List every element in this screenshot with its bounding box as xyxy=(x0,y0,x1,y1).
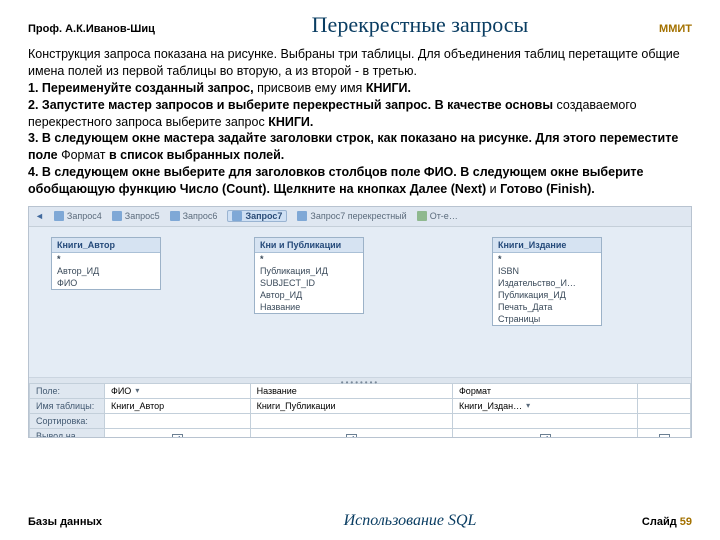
checkbox-show[interactable] xyxy=(659,434,670,438)
query-icon xyxy=(54,211,64,221)
grid-cell[interactable] xyxy=(250,413,452,428)
tab-query4[interactable]: Запрос4 xyxy=(54,211,102,221)
grid-cell[interactable] xyxy=(105,413,251,428)
query-tab-bar: ◄ Запрос4 Запрос5 Запрос6 Запрос7 Запрос… xyxy=(29,207,691,227)
screenshot-embed: ◄ Запрос4 Запрос5 Запрос6 Запрос7 Запрос… xyxy=(28,206,692,438)
grid-row-show: Вывод на экран: xyxy=(30,428,105,438)
grid-cell[interactable] xyxy=(638,383,691,398)
tab-query7-cross[interactable]: Запрос7 перекрестный xyxy=(297,211,406,221)
grid-cell[interactable] xyxy=(105,428,251,438)
query-design-canvas[interactable]: Книги_Автор * Автор_ИД ФИО Кни и Публика… xyxy=(29,227,691,377)
grid-cell[interactable]: Книги_Автор xyxy=(105,398,251,413)
query-icon xyxy=(170,211,180,221)
author: Проф. А.К.Иванов-Шиц xyxy=(28,23,208,35)
tab-query7[interactable]: Запрос7 xyxy=(227,210,287,222)
grid-cell[interactable]: Книги_Публикации xyxy=(250,398,452,413)
grid-cell[interactable]: Формат xyxy=(452,383,637,398)
footer-center: Использование SQL xyxy=(208,512,612,530)
header-right: ММИТ xyxy=(632,23,692,35)
grid-cell[interactable]: Книги_Издан…▾ xyxy=(452,398,637,413)
grid-cell[interactable] xyxy=(638,428,691,438)
table-title: Кни и Публикации xyxy=(255,238,363,253)
grid-cell[interactable] xyxy=(452,428,637,438)
chevron-down-icon[interactable]: ▾ xyxy=(135,386,139,395)
checkbox-show[interactable] xyxy=(172,434,183,438)
tab-query5[interactable]: Запрос5 xyxy=(112,211,160,221)
checkbox-show[interactable] xyxy=(540,434,551,438)
grid-row-sort: Сортировка: xyxy=(30,413,105,428)
checkbox-show[interactable] xyxy=(346,434,357,438)
table-title: Книги_Автор xyxy=(52,238,160,253)
footer-left: Базы данных xyxy=(28,516,208,528)
query-grid[interactable]: Поле: ФИО▾ Название Формат Имя таблицы: … xyxy=(29,383,691,438)
query-icon xyxy=(232,211,242,221)
scroll-left-icon[interactable]: ◄ xyxy=(35,211,44,221)
grid-cell[interactable] xyxy=(638,398,691,413)
query-icon xyxy=(112,211,122,221)
report-icon xyxy=(417,211,427,221)
table-books-edition[interactable]: Книги_Издание * ISBN Издательство_И… Пуб… xyxy=(492,237,602,326)
grid-cell[interactable] xyxy=(452,413,637,428)
grid-cell[interactable] xyxy=(250,428,452,438)
grid-row-table: Имя таблицы: xyxy=(30,398,105,413)
tab-query6[interactable]: Запрос6 xyxy=(170,211,218,221)
grid-cell[interactable]: ФИО▾ xyxy=(105,383,251,398)
tab-report[interactable]: От-е… xyxy=(417,211,458,221)
page-title: Перекрестные запросы xyxy=(208,12,632,38)
query-icon xyxy=(297,211,307,221)
footer-right: Слайд 59 xyxy=(612,516,692,528)
table-title: Книги_Издание xyxy=(493,238,601,253)
grid-row-field: Поле: xyxy=(30,383,105,398)
table-books-author[interactable]: Книги_Автор * Автор_ИД ФИО xyxy=(51,237,161,290)
instructions: Конструкция запроса показана на рисунке.… xyxy=(28,46,692,198)
table-books-pub[interactable]: Кни и Публикации * Публикация_ИД SUBJECT… xyxy=(254,237,364,314)
chevron-down-icon[interactable]: ▾ xyxy=(526,401,530,410)
grid-cell[interactable] xyxy=(638,413,691,428)
